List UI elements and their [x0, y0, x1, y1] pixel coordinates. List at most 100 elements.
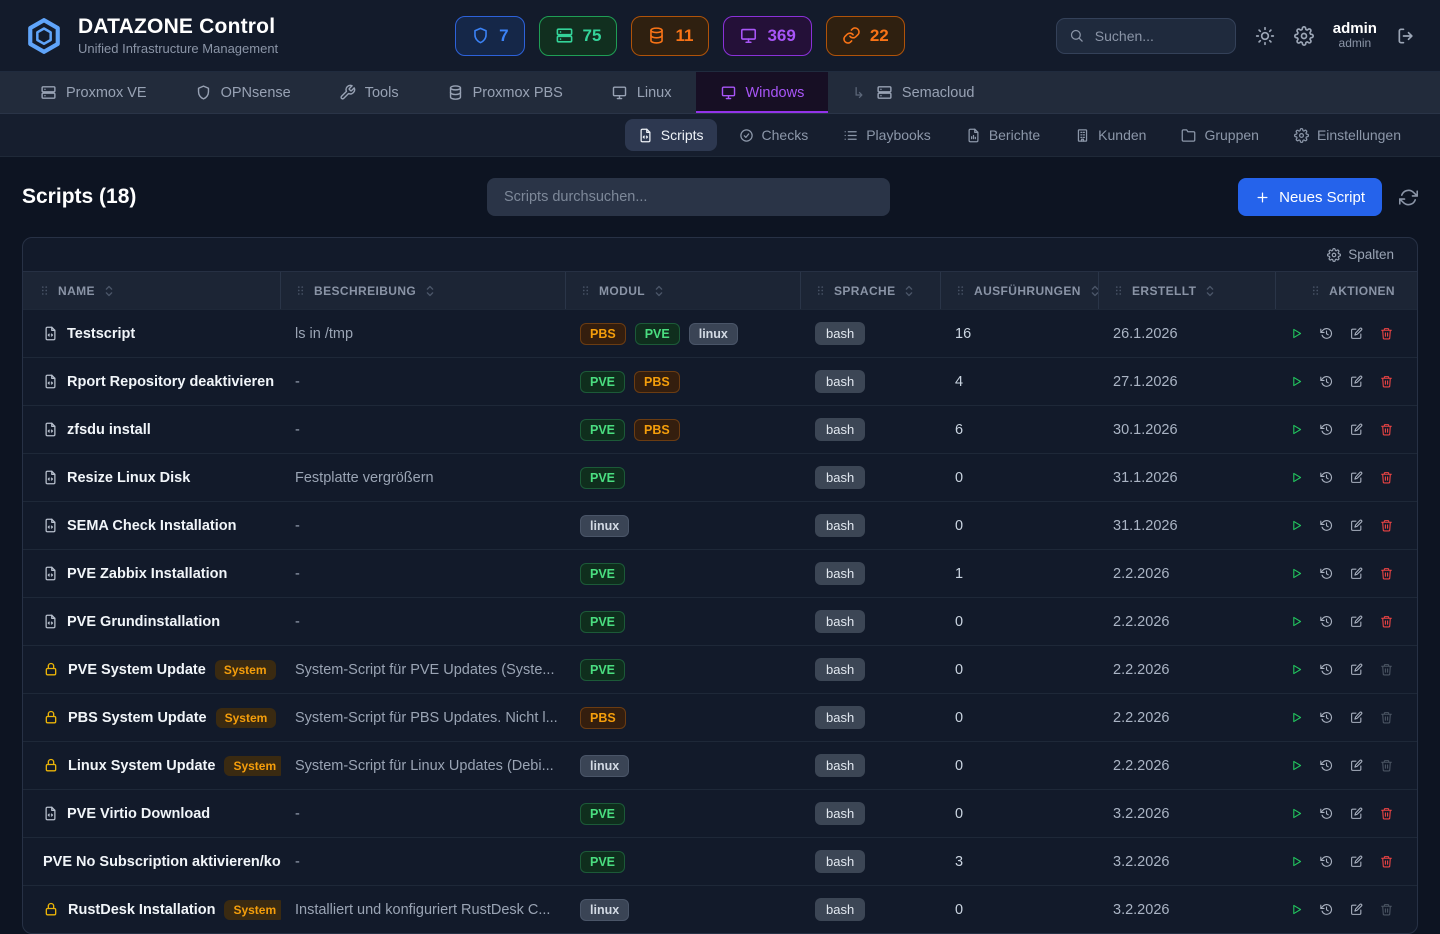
- logout-button[interactable]: [1396, 26, 1416, 46]
- nav-tab-opnsense[interactable]: OPNsense: [171, 72, 315, 113]
- drag-handle-icon[interactable]: [955, 284, 966, 297]
- edit-button[interactable]: [1350, 757, 1363, 774]
- edit-button[interactable]: [1350, 853, 1363, 870]
- table-row[interactable]: Testscript ls in /tmp PBSPVElinux bash 1…: [23, 309, 1417, 357]
- sort-icon[interactable]: [653, 284, 665, 298]
- sort-icon[interactable]: [1204, 284, 1216, 298]
- edit-button[interactable]: [1350, 805, 1363, 822]
- table-row[interactable]: PBS System Update System System-Script f…: [23, 693, 1417, 741]
- delete-button[interactable]: [1380, 901, 1393, 918]
- run-script-button[interactable]: [1290, 517, 1303, 534]
- columns-button[interactable]: Spalten: [1321, 246, 1400, 263]
- stat-monitor[interactable]: 369: [723, 16, 811, 56]
- history-button[interactable]: [1320, 661, 1333, 678]
- subnav-tab-scripts[interactable]: Scripts: [625, 119, 717, 151]
- run-script-button[interactable]: [1290, 325, 1303, 342]
- history-button[interactable]: [1320, 757, 1333, 774]
- new-script-button[interactable]: Neues Script: [1238, 178, 1382, 216]
- history-button[interactable]: [1320, 421, 1333, 438]
- edit-button[interactable]: [1350, 325, 1363, 342]
- table-row[interactable]: Linux System Update System System-Script…: [23, 741, 1417, 789]
- run-script-button[interactable]: [1290, 661, 1303, 678]
- delete-button[interactable]: [1380, 565, 1393, 582]
- history-button[interactable]: [1320, 805, 1333, 822]
- delete-button[interactable]: [1380, 373, 1393, 390]
- history-button[interactable]: [1320, 517, 1333, 534]
- drag-handle-icon[interactable]: [1113, 284, 1124, 297]
- run-script-button[interactable]: [1290, 469, 1303, 486]
- history-button[interactable]: [1320, 373, 1333, 390]
- edit-button[interactable]: [1350, 709, 1363, 726]
- drag-handle-icon[interactable]: [295, 284, 306, 297]
- table-row[interactable]: PVE Zabbix Installation - PVE bash 1 2.2…: [23, 549, 1417, 597]
- theme-toggle-button[interactable]: [1255, 26, 1275, 46]
- table-row[interactable]: PVE System Update System System-Script f…: [23, 645, 1417, 693]
- sort-icon[interactable]: [424, 284, 436, 298]
- table-row[interactable]: PVE No Subscription aktivieren/konfiguri…: [23, 837, 1417, 885]
- nav-tab-proxmox-ve[interactable]: Proxmox VE: [16, 72, 171, 113]
- subnav-tab-checks[interactable]: Checks: [726, 119, 822, 151]
- drag-handle-icon[interactable]: [815, 284, 826, 297]
- subnav-tab-berichte[interactable]: Berichte: [953, 119, 1053, 151]
- run-script-button[interactable]: [1290, 373, 1303, 390]
- column-header[interactable]: ERSTELLT: [1099, 272, 1276, 309]
- delete-button[interactable]: [1380, 325, 1393, 342]
- history-button[interactable]: [1320, 613, 1333, 630]
- settings-button[interactable]: [1294, 26, 1314, 46]
- run-script-button[interactable]: [1290, 757, 1303, 774]
- nav-tab-linux[interactable]: Linux: [587, 72, 696, 113]
- history-button[interactable]: [1320, 325, 1333, 342]
- subnav-tab-kunden[interactable]: Kunden: [1062, 119, 1159, 151]
- delete-button[interactable]: [1380, 613, 1393, 630]
- delete-button[interactable]: [1380, 661, 1393, 678]
- table-row[interactable]: Rport Repository deaktivieren - PVEPBS b…: [23, 357, 1417, 405]
- run-script-button[interactable]: [1290, 853, 1303, 870]
- run-script-button[interactable]: [1290, 565, 1303, 582]
- column-header[interactable]: MODUL: [566, 272, 801, 309]
- stat-shield[interactable]: 7: [455, 16, 524, 56]
- scripts-search-input[interactable]: [487, 178, 890, 216]
- history-button[interactable]: [1320, 565, 1333, 582]
- column-header[interactable]: AUSFÜHRUNGEN: [941, 272, 1099, 309]
- delete-button[interactable]: [1380, 517, 1393, 534]
- run-script-button[interactable]: [1290, 901, 1303, 918]
- run-script-button[interactable]: [1290, 421, 1303, 438]
- history-button[interactable]: [1320, 853, 1333, 870]
- nav-tab-semacloud[interactable]: ↳ Semacloud: [828, 72, 998, 113]
- stat-link[interactable]: 22: [826, 16, 905, 56]
- global-search-input[interactable]: [1093, 27, 1223, 45]
- subnav-tab-gruppen[interactable]: Gruppen: [1168, 119, 1271, 151]
- table-row[interactable]: PVE Virtio Download - PVE bash 0 3.2.202…: [23, 789, 1417, 837]
- stat-database[interactable]: 11: [631, 16, 709, 56]
- table-row[interactable]: zfsdu install - PVEPBS bash 6 30.1.2026: [23, 405, 1417, 453]
- table-row[interactable]: PVE Grundinstallation - PVE bash 0 2.2.2…: [23, 597, 1417, 645]
- nav-tab-proxmox-pbs[interactable]: Proxmox PBS: [423, 72, 587, 113]
- nav-tab-tools[interactable]: Tools: [315, 72, 423, 113]
- history-button[interactable]: [1320, 709, 1333, 726]
- edit-button[interactable]: [1350, 469, 1363, 486]
- column-header[interactable]: NAME: [23, 272, 281, 309]
- delete-button[interactable]: [1380, 709, 1393, 726]
- column-header[interactable]: BESCHREIBUNG: [281, 272, 566, 309]
- column-header[interactable]: AKTIONEN: [1276, 272, 1417, 309]
- edit-button[interactable]: [1350, 421, 1363, 438]
- edit-button[interactable]: [1350, 901, 1363, 918]
- sort-icon[interactable]: [103, 284, 115, 298]
- run-script-button[interactable]: [1290, 805, 1303, 822]
- history-button[interactable]: [1320, 901, 1333, 918]
- sort-icon[interactable]: [903, 284, 915, 298]
- subnav-tab-playbooks[interactable]: Playbooks: [830, 119, 944, 151]
- run-script-button[interactable]: [1290, 613, 1303, 630]
- edit-button[interactable]: [1350, 373, 1363, 390]
- table-row[interactable]: Resize Linux Disk Festplatte vergrößern …: [23, 453, 1417, 501]
- edit-button[interactable]: [1350, 661, 1363, 678]
- user-menu[interactable]: admin admin: [1333, 20, 1377, 51]
- column-header[interactable]: SPRACHE: [801, 272, 941, 309]
- edit-button[interactable]: [1350, 517, 1363, 534]
- nav-tab-windows[interactable]: Windows: [696, 72, 829, 113]
- table-row[interactable]: SEMA Check Installation - linux bash 0 3…: [23, 501, 1417, 549]
- run-script-button[interactable]: [1290, 709, 1303, 726]
- delete-button[interactable]: [1380, 421, 1393, 438]
- edit-button[interactable]: [1350, 613, 1363, 630]
- delete-button[interactable]: [1380, 853, 1393, 870]
